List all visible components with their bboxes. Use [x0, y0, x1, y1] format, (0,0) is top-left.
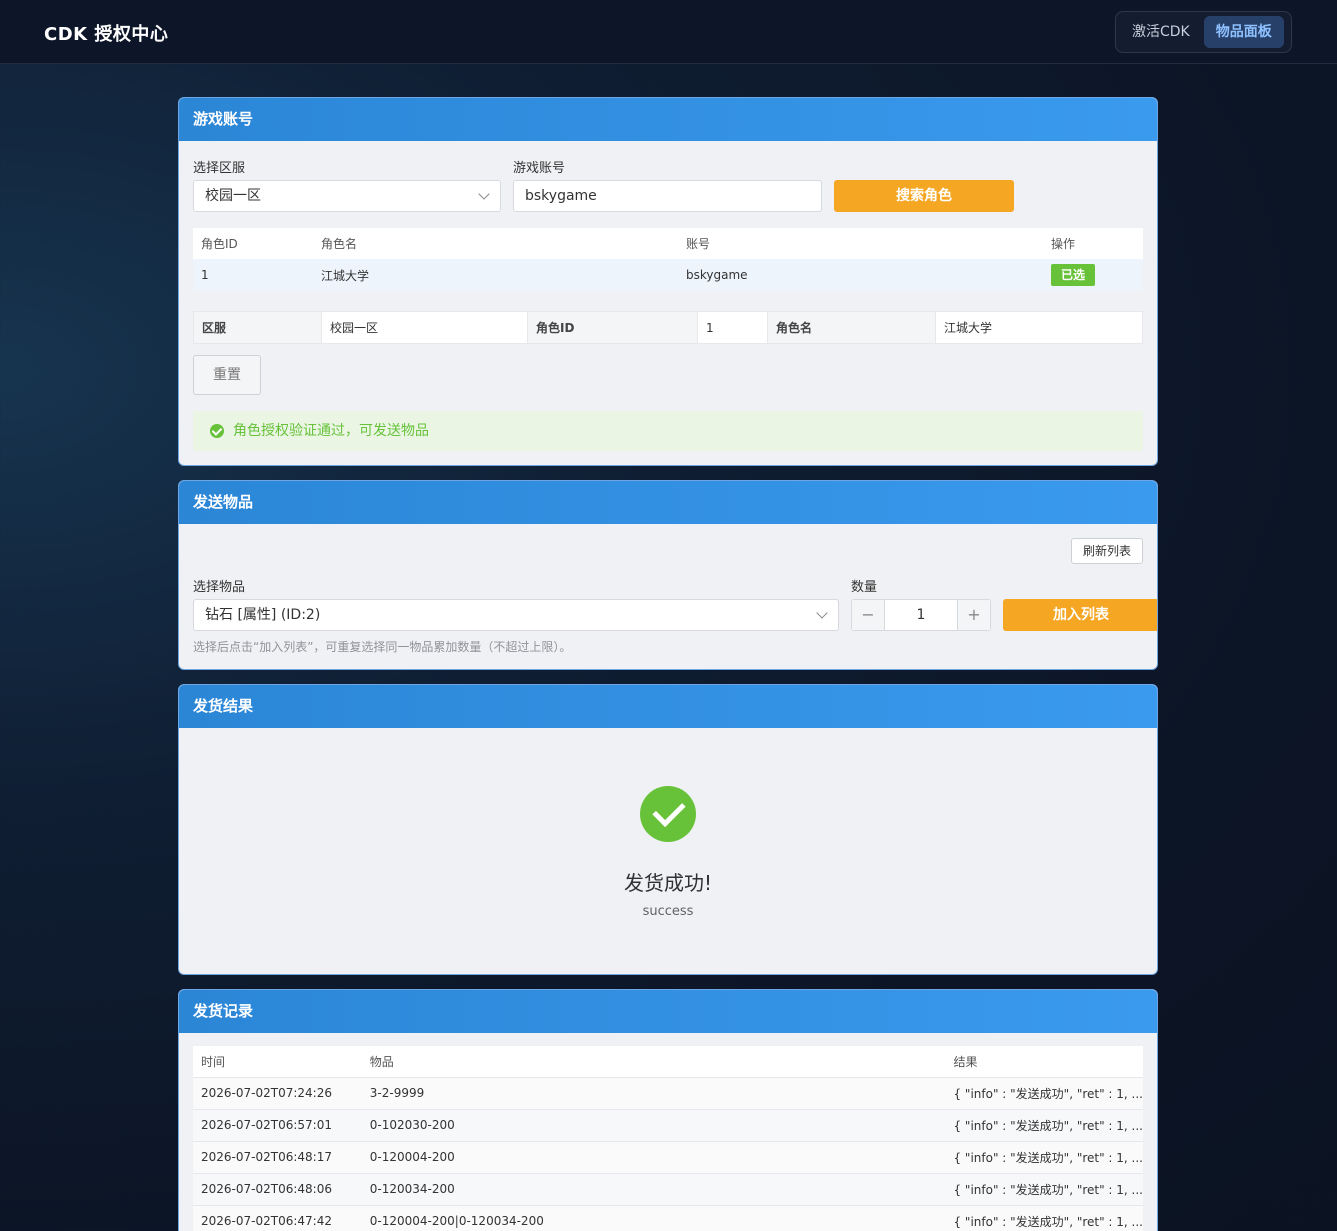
account-input-wrap	[513, 180, 822, 212]
auth-ok-alert: 角色授权验证通过，可发送物品	[193, 411, 1143, 451]
record-time: 2026-07-02T06:48:06	[193, 1172, 362, 1205]
add-to-list-button[interactable]: 加入列表	[1003, 599, 1157, 631]
minus-icon[interactable]: −	[852, 600, 884, 630]
record-result: { "info" : "发送成功", "ret" : 1, ...	[945, 1108, 1143, 1141]
info-server-val: 校园一区	[321, 311, 528, 344]
col-account: 账号	[678, 228, 1043, 259]
server-label: 选择区服	[193, 161, 246, 176]
record-time: 2026-07-02T07:24:26	[193, 1076, 362, 1109]
account-cell: bskygame	[686, 268, 748, 282]
info-server-key: 区服	[193, 311, 322, 344]
server-select-value: 校园一区	[205, 188, 261, 204]
server-select[interactable]: 校园一区	[193, 180, 501, 212]
result-message: 发货成功!	[623, 871, 713, 895]
records-card-title: 发货记录	[179, 990, 1157, 1033]
record-result: { "info" : "发送成功", "ret" : 1, ...	[945, 1140, 1143, 1173]
item-select-value: 钻石 [属性] (ID:2)	[205, 607, 321, 623]
record-result: { "info" : "发送成功", "ret" : 1, ...	[945, 1172, 1143, 1205]
record-item: 3-2-9999	[361, 1076, 946, 1109]
col-action: 操作	[1043, 228, 1143, 259]
result-card: 发货结果 发货成功! success	[178, 684, 1158, 975]
quantity-value[interactable]: 1	[884, 600, 958, 630]
account-card-title: 游戏账号	[179, 98, 1157, 141]
table-row: 2026-07-02T06:48:06 0-120034-200 { "info…	[193, 1172, 1143, 1205]
item-select[interactable]: 钻石 [属性] (ID:2)	[193, 599, 839, 631]
record-result: { "info" : "发送成功", "ret" : 1, ...	[945, 1076, 1143, 1109]
record-time: 2026-07-02T06:47:42	[193, 1204, 362, 1231]
selected-tag[interactable]: 已选	[1051, 264, 1096, 286]
col-time: 时间	[193, 1046, 362, 1077]
nav-switch: 激活CDK 物品面板	[1115, 11, 1292, 53]
col-role-name: 角色名	[313, 228, 678, 259]
quantity-stepper: − 1 +	[851, 599, 991, 631]
role-table: 角色ID 角色名 账号 操作 1 江城大学 bskygame 已选	[193, 228, 1143, 291]
account-card: 游戏账号 选择区服 校园一区 游戏账号 搜索角色 角色ID 角色名 账号 操作 …	[178, 97, 1158, 466]
table-row: 2026-07-02T06:48:17 0-120004-200 { "info…	[193, 1140, 1143, 1173]
result-sub: success	[642, 904, 694, 919]
table-row: 2026-07-02T06:47:42 0-120004-200|0-12003…	[193, 1204, 1143, 1231]
brand-title: CDK 授权中心	[44, 24, 169, 45]
role-id-cell: 1	[201, 268, 209, 282]
record-time: 2026-07-02T06:48:17	[193, 1140, 362, 1173]
col-item: 物品	[361, 1046, 946, 1077]
role-name-cell: 江城大学	[321, 268, 370, 283]
record-time: 2026-07-02T06:57:01	[193, 1108, 362, 1141]
record-item: 0-120004-200	[361, 1140, 946, 1173]
table-row: 2026-07-02T07:24:26 3-2-9999 { "info" : …	[193, 1076, 1143, 1109]
search-role-button[interactable]: 搜索角色	[834, 180, 1014, 212]
records-table: 时间 物品 结果 2026-07-02T07:24:26 3-2-9999 { …	[193, 1046, 1143, 1231]
plus-icon[interactable]: +	[958, 600, 990, 630]
result-card-title: 发货结果	[179, 685, 1157, 728]
success-check-icon	[640, 786, 696, 842]
selected-role-info: 区服 校园一区 角色ID 1 角色名 江城大学	[193, 311, 1143, 344]
record-item: 0-102030-200	[361, 1108, 946, 1141]
chevron-down-icon	[478, 188, 490, 200]
record-item: 0-120004-200|0-120034-200	[361, 1204, 946, 1231]
action-cell: 已选	[1043, 259, 1143, 291]
record-item: 0-120034-200	[361, 1172, 946, 1205]
info-name-val: 江城大学	[935, 311, 1143, 344]
item-hint: 选择后点击“加入列表”，可重复选择同一物品累加数量（不超过上限）。	[193, 640, 572, 654]
refresh-list-button[interactable]: 刷新列表	[1071, 538, 1143, 564]
send-card-title: 发送物品	[179, 481, 1157, 524]
col-result: 结果	[945, 1046, 1143, 1077]
nav-item-panel[interactable]: 物品面板	[1203, 16, 1284, 48]
info-id-val: 1	[697, 311, 768, 344]
account-input[interactable]	[525, 181, 821, 211]
records-card: 发货记录 时间 物品 结果 2026-07-02T07:24:26 3-2-99…	[178, 989, 1158, 1231]
top-bar: CDK 授权中心 激活CDK 物品面板	[0, 0, 1337, 64]
reset-button[interactable]: 重置	[193, 355, 261, 395]
send-card: 发送物品 刷新列表 选择物品 钻石 [属性] (ID:2) 数量 − 1 + 加…	[178, 480, 1158, 670]
chevron-down-icon	[816, 607, 828, 619]
record-result: { "info" : "发送成功", "ret" : 1, ...	[945, 1204, 1143, 1231]
info-name-key: 角色名	[767, 311, 936, 344]
item-label: 选择物品	[193, 580, 246, 595]
account-label: 游戏账号	[513, 161, 566, 176]
col-role-id: 角色ID	[193, 228, 313, 259]
auth-ok-text: 角色授权验证通过，可发送物品	[233, 423, 429, 439]
info-id-key: 角色ID	[527, 311, 698, 344]
qty-label: 数量	[851, 580, 878, 595]
table-row[interactable]: 1 江城大学 bskygame 已选	[193, 259, 1143, 291]
check-circle-icon	[210, 424, 224, 438]
nav-activate-cdk[interactable]: 激活CDK	[1120, 16, 1202, 48]
table-row: 2026-07-02T06:57:01 0-102030-200 { "info…	[193, 1108, 1143, 1141]
